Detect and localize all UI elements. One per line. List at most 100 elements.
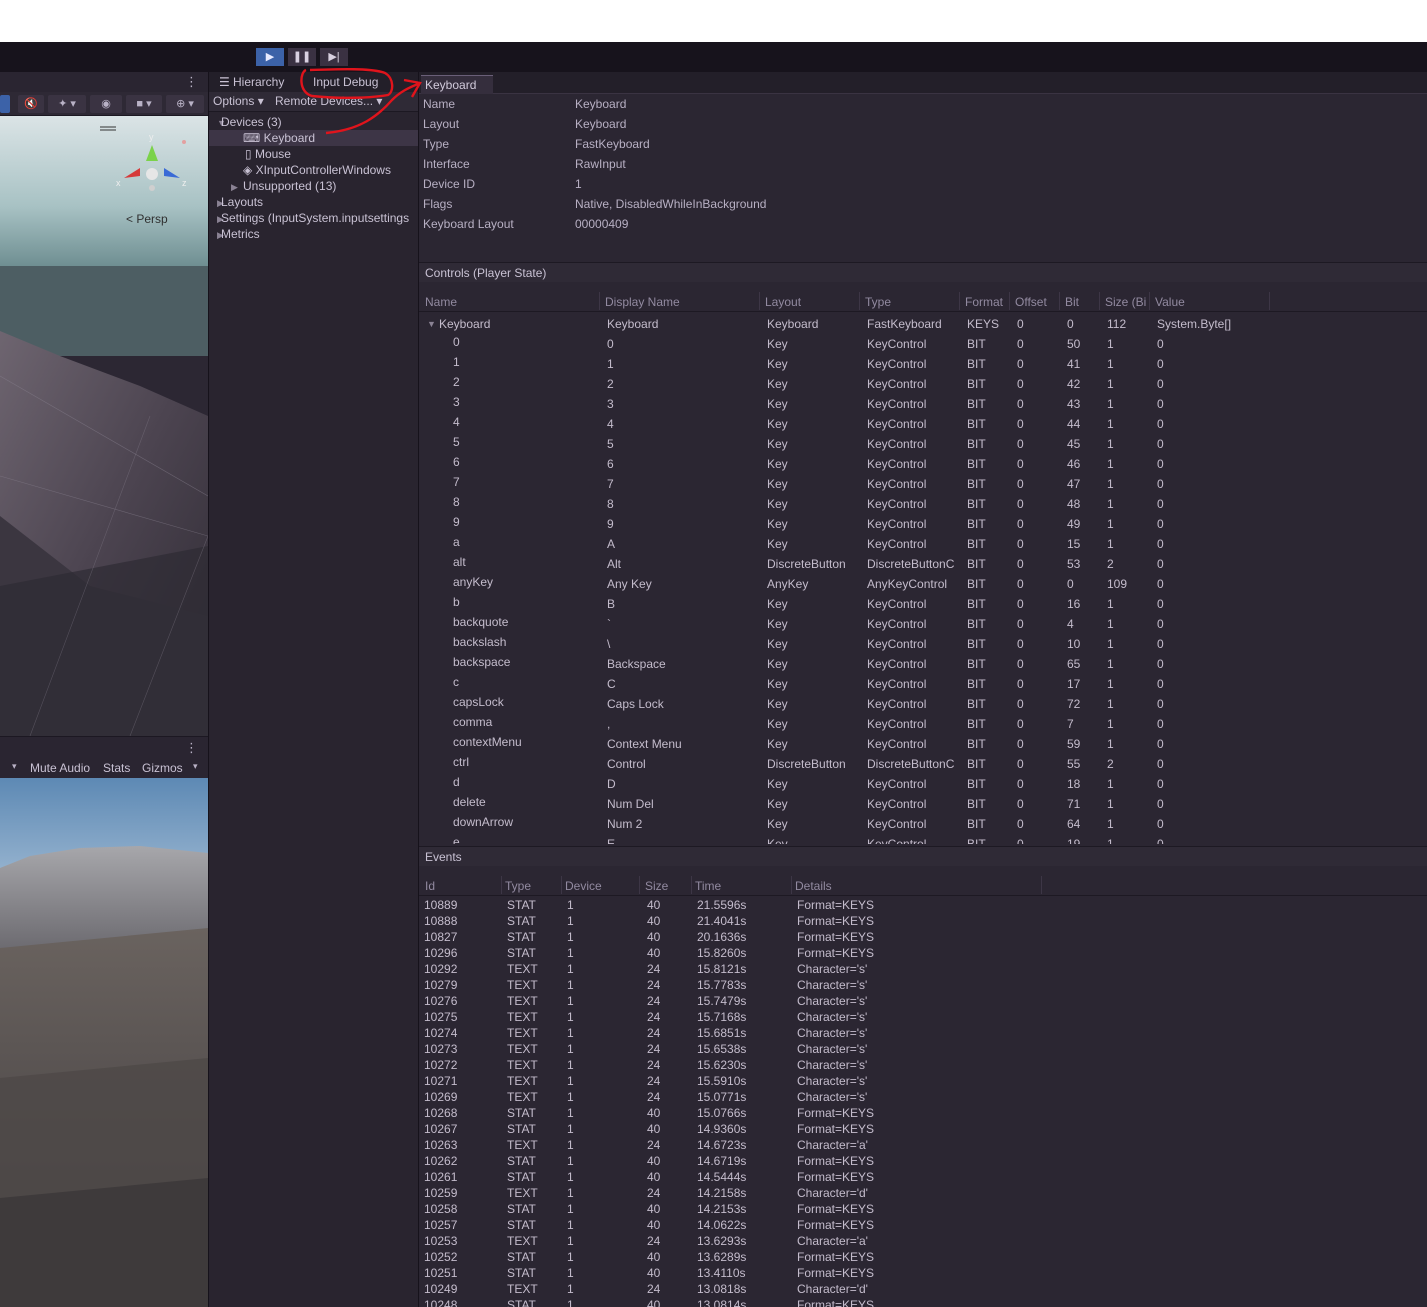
table-row[interactable]: 10889 STAT 1 40 21.5596s Format=KEYS — [419, 897, 1427, 913]
mute-audio-button[interactable]: Mute Audio — [30, 761, 90, 775]
table-row[interactable]: 10267 STAT 1 40 14.9360s Format=KEYS — [419, 1121, 1427, 1137]
tree-metrics[interactable]: ▶Metrics — [209, 226, 418, 242]
column-header[interactable]: Display Name — [605, 295, 680, 309]
gizmos-toggle-icon[interactable]: ⊕ ▾ — [166, 95, 204, 113]
tab-input-debug[interactable]: Input Debug — [313, 75, 378, 89]
shading-mode-button[interactable] — [0, 95, 10, 113]
table-row[interactable]: backslash \ Key KeyControl BIT 0 10 1 0 — [419, 634, 1427, 654]
tree-settings[interactable]: ▶Settings (InputSystem.inputsettings — [209, 210, 418, 227]
chevron-down-icon[interactable]: ▾ — [193, 761, 198, 772]
options-dropdown[interactable]: Options ▾ — [213, 94, 264, 108]
table-row[interactable]: backquote ` Key KeyControl BIT 0 4 1 0 — [419, 614, 1427, 634]
tree-xinput[interactable]: ◈ XInputControllerWindows — [209, 162, 418, 178]
table-row[interactable]: alt Alt DiscreteButton DiscreteButtonC BIT 0 5… — [419, 554, 1427, 574]
play-icon[interactable]: ▶ — [256, 48, 284, 66]
chevron-right-icon[interactable]: ▶ — [231, 179, 243, 195]
table-row[interactable]: 8 8 Key KeyControl BIT 0 48 1 0 — [419, 494, 1427, 514]
column-header[interactable]: Id — [425, 879, 435, 893]
table-row[interactable]: 1 1 Key KeyControl BIT 0 41 1 0 — [419, 354, 1427, 374]
chevron-down-icon[interactable]: ▾ — [12, 761, 17, 772]
column-header[interactable]: Offset — [1015, 295, 1047, 309]
visibility-toggle-icon[interactable]: ◉ — [90, 95, 122, 113]
column-divider[interactable] — [959, 292, 960, 310]
column-divider[interactable] — [791, 876, 792, 894]
table-row[interactable]: 10269 TEXT 1 24 15.0771s Character='s' — [419, 1089, 1427, 1105]
table-row[interactable]: 6 6 Key KeyControl BIT 0 46 1 0 — [419, 454, 1427, 474]
table-row[interactable]: 10272 TEXT 1 24 15.6230s Character='s' — [419, 1057, 1427, 1073]
column-header[interactable]: Type — [505, 879, 531, 893]
column-header[interactable]: Device — [565, 879, 602, 893]
kebab-menu-icon[interactable]: ⋮ — [185, 74, 198, 90]
column-header[interactable]: Layout — [765, 295, 801, 309]
column-divider[interactable] — [1099, 292, 1100, 310]
table-row[interactable]: 10253 TEXT 1 24 13.6293s Character='a' — [419, 1233, 1427, 1249]
game-viewport[interactable] — [0, 778, 208, 1307]
table-row[interactable]: 10268 STAT 1 40 15.0766s Format=KEYS — [419, 1105, 1427, 1121]
controls-table[interactable]: Keyboard Keyboard Keyboard FastKeyboard KEYS… — [419, 312, 1427, 844]
column-header[interactable]: Name — [425, 295, 457, 309]
table-row[interactable]: 10296 STAT 1 40 15.8260s Format=KEYS — [419, 945, 1427, 961]
chevron-right-icon[interactable]: ▶ — [209, 211, 224, 227]
column-divider[interactable] — [501, 876, 502, 894]
column-divider[interactable] — [1041, 876, 1042, 894]
table-row[interactable]: a A Key KeyControl BIT 0 15 1 0 — [419, 534, 1427, 554]
tree-unsupported[interactable]: ▶ Unsupported (13) — [209, 178, 418, 195]
table-row[interactable]: 10248 STAT 1 40 13.0814s Format=KEYS — [419, 1297, 1427, 1307]
table-row[interactable]: 10252 STAT 1 40 13.6289s Format=KEYS — [419, 1249, 1427, 1265]
table-row[interactable]: ctrl Control DiscreteButton DiscreteButtonC… — [419, 754, 1427, 774]
column-divider[interactable] — [639, 876, 640, 894]
table-row[interactable]: 10261 STAT 1 40 14.5444s Format=KEYS — [419, 1169, 1427, 1185]
column-header[interactable]: Value — [1155, 295, 1185, 309]
table-row[interactable]: 10279 TEXT 1 24 15.7783s Character='s' — [419, 977, 1427, 993]
table-row[interactable]: 10258 STAT 1 40 14.2153s Format=KEYS — [419, 1201, 1427, 1217]
column-header[interactable]: Format — [965, 295, 1003, 309]
table-row[interactable]: 10249 TEXT 1 24 13.0818s Character='d' — [419, 1281, 1427, 1297]
column-header[interactable]: Size — [645, 879, 668, 893]
tab-keyboard[interactable]: Keyboard — [421, 75, 493, 94]
column-divider[interactable] — [691, 876, 692, 894]
table-row[interactable]: 5 5 Key KeyControl BIT 0 45 1 0 — [419, 434, 1427, 454]
table-row[interactable]: 10292 TEXT 1 24 15.8121s Character='s' — [419, 961, 1427, 977]
pause-icon[interactable]: ❚❚ — [288, 48, 316, 66]
stats-button[interactable]: Stats — [103, 761, 130, 775]
step-icon[interactable]: ▶| — [320, 48, 348, 66]
table-row[interactable]: 10259 TEXT 1 24 14.2158s Character='d' — [419, 1185, 1427, 1201]
table-row[interactable]: 4 4 Key KeyControl BIT 0 44 1 0 — [419, 414, 1427, 434]
column-divider[interactable] — [1269, 292, 1270, 310]
camera-icon[interactable]: ■ ▾ — [126, 95, 162, 113]
column-divider[interactable] — [1149, 292, 1150, 310]
table-row[interactable]: anyKey Any Key AnyKey AnyKeyControl BIT 0 0 109… — [419, 574, 1427, 594]
tab-hierarchy[interactable]: Hierarchy — [233, 75, 284, 89]
table-row[interactable]: 2 2 Key KeyControl BIT 0 42 1 0 — [419, 374, 1427, 394]
table-row[interactable]: 10263 TEXT 1 24 14.6723s Character='a' — [419, 1137, 1427, 1153]
table-row[interactable]: 10262 STAT 1 40 14.6719s Format=KEYS — [419, 1153, 1427, 1169]
effects-toggle-icon[interactable]: ✦ ▾ — [48, 95, 86, 113]
table-row[interactable]: d D Key KeyControl BIT 0 18 1 0 — [419, 774, 1427, 794]
remote-devices-dropdown[interactable]: Remote Devices... ▾ — [275, 94, 382, 108]
table-row[interactable]: backspace Backspace Key KeyControl BIT 0 65 1 0 — [419, 654, 1427, 674]
scene-viewport[interactable]: y x z < Persp — [0, 116, 208, 736]
table-row[interactable]: Keyboard Keyboard Keyboard FastKeyboard KEYS… — [419, 314, 1427, 334]
table-row[interactable]: 9 9 Key KeyControl BIT 0 49 1 0 — [419, 514, 1427, 534]
kebab-menu-icon[interactable]: ⋮ — [185, 740, 198, 756]
table-row[interactable]: 7 7 Key KeyControl BIT 0 47 1 0 — [419, 474, 1427, 494]
tree-keyboard[interactable]: ⌨ Keyboard — [209, 130, 418, 146]
chevron-down-icon[interactable]: ▼ — [209, 115, 226, 131]
table-row[interactable]: 10257 STAT 1 40 14.0622s Format=KEYS — [419, 1217, 1427, 1233]
table-row[interactable]: comma, Key KeyControl BIT 0 7 1 0 — [419, 714, 1427, 734]
table-row[interactable]: delete Num Del Key KeyControl BIT 0 71 1 0 — [419, 794, 1427, 814]
table-row[interactable]: 3 3 Key KeyControl BIT 0 43 1 0 — [419, 394, 1427, 414]
gizmos-button[interactable]: Gizmos — [142, 761, 183, 775]
table-row[interactable]: contextMenu Context Menu Key KeyControl BIT 0… — [419, 734, 1427, 754]
column-divider[interactable] — [1059, 292, 1060, 310]
table-row[interactable]: 10251 STAT 1 40 13.4110s Format=KEYS — [419, 1265, 1427, 1281]
column-divider[interactable] — [599, 292, 600, 310]
table-row[interactable]: b B Key KeyControl BIT 0 16 1 0 — [419, 594, 1427, 614]
table-row[interactable]: 10271 TEXT 1 24 15.5910s Character='s' — [419, 1073, 1427, 1089]
table-row[interactable]: 10888 STAT 1 40 21.4041s Format=KEYS — [419, 913, 1427, 929]
tree-layouts[interactable]: ▶Layouts — [209, 194, 418, 211]
column-divider[interactable] — [561, 876, 562, 894]
events-table[interactable]: 10889 STAT 1 40 21.5596s Format=KEYS 10888 STAT… — [419, 896, 1427, 1307]
audio-toggle-icon[interactable]: 🔇 — [18, 95, 44, 113]
chevron-right-icon[interactable]: ▶ — [209, 195, 224, 211]
